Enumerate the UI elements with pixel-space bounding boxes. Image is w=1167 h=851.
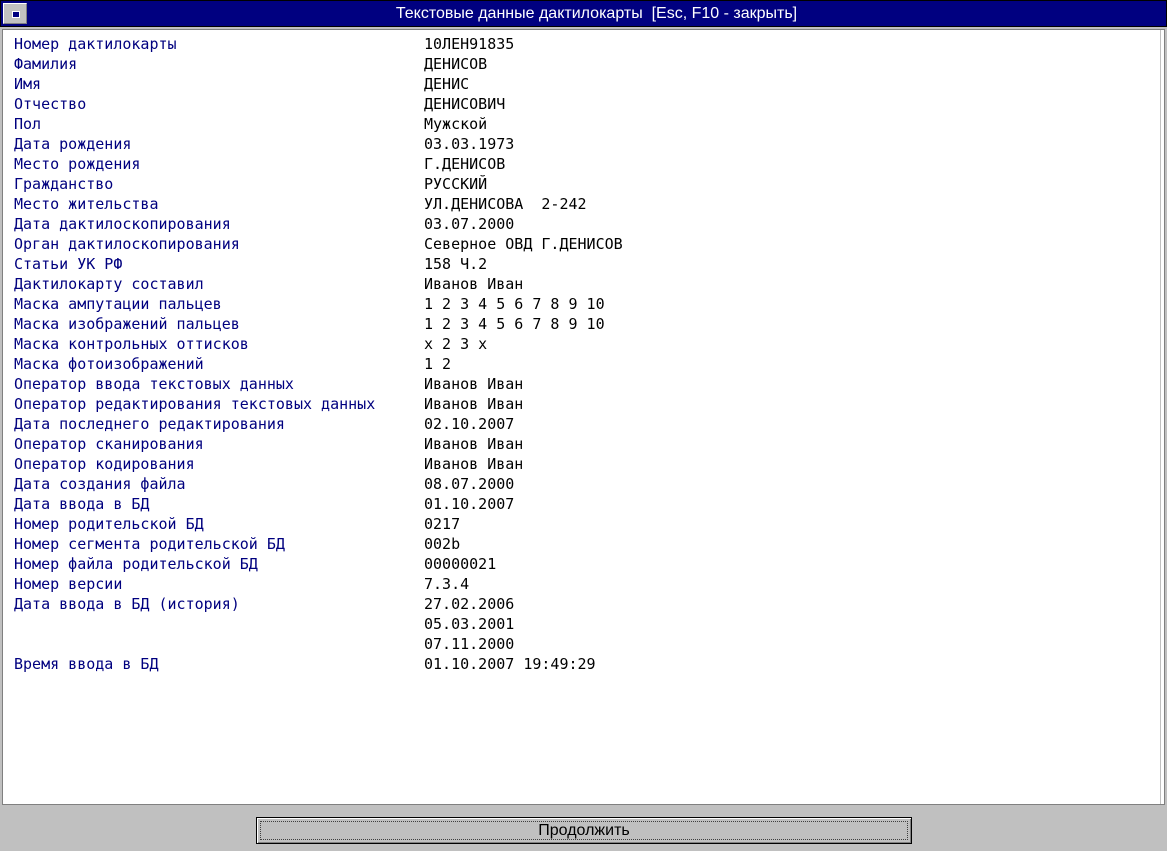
field-value: Иванов Иван [424,435,524,453]
field-label: Орган дактилоскопирования [14,235,240,253]
title-bar: Текстовые данные дактилокарты [Esc, F10 … [0,0,1167,27]
continue-button-label: Продолжить [538,822,630,839]
field-label: Статьи УК РФ [14,255,123,273]
continue-button[interactable]: Продолжить [256,817,912,844]
field-value: 08.07.2000 [424,475,515,493]
field-label: Маска изображений пальцев [14,315,240,333]
field-label: Номер файла родительской БД [14,555,258,573]
field-label: Место рождения [14,155,141,173]
field-label: Номер версии [14,575,123,593]
field-value: 02.10.2007 [424,415,515,433]
field-value: 1 2 [424,355,452,373]
field-value: 002b [424,535,461,553]
field-value: РУССКИЙ [424,175,488,193]
field-label: Оператор редактирования текстовых данных [14,395,376,413]
field-value: Г.ДЕНИСОВ [424,155,506,173]
field-value: 05.03.2001 [424,615,515,633]
field-label: Пол [14,115,42,133]
field-label: Номер сегмента родительской БД [14,535,285,553]
field-label: Имя [14,75,42,93]
field-value: 03.03.1973 [424,135,515,153]
field-label: Дата создания файла [14,475,186,493]
field-value: ДЕНИСОВ [424,55,488,73]
field-label: Дата последнего редактирования [14,415,285,433]
field-value: Иванов Иван [424,275,524,293]
field-value: 7.3.4 [424,575,470,593]
field-value: 01.10.2007 [424,495,515,513]
field-value: ДЕНИС [424,75,470,93]
field-label: Оператор сканирования [14,435,204,453]
field-value: 10ЛЕН91835 [424,35,515,53]
field-label: Номер родительской БД [14,515,204,533]
field-value: 07.11.2000 [424,635,515,653]
field-value: 01.10.2007 19:49:29 [424,655,596,673]
field-value: Иванов Иван [424,395,524,413]
field-label: Дата дактилоскопирования [14,215,231,233]
field-value: 0217 [424,515,461,533]
window-title: Текстовые данные дактилокарты [Esc, F10 … [395,5,798,22]
field-value: Северное ОВД Г.ДЕНИСОВ [424,235,623,253]
field-value: 00000021 [424,555,497,573]
field-label: Фамилия [14,55,78,73]
field-label: Номер дактилокарты [14,35,177,53]
fingerprint-card-window: Текстовые данные дактилокарты [Esc, F10 … [0,0,1167,851]
field-label: Место жительства [14,195,159,213]
field-label: Дата ввода в БД (история) [14,595,240,613]
field-label: Оператор ввода текстовых данных [14,375,294,393]
field-label: Маска ампутации пальцев [14,295,222,313]
field-label: Гражданство [14,175,114,193]
field-value: ДЕНИСОВИЧ [424,95,506,113]
field-label: Оператор кодирования [14,455,195,473]
field-label: Дактилокарту составил [14,275,204,293]
field-value: 1 2 3 4 5 6 7 8 9 10 [424,315,605,333]
field-label: Дата рождения [14,135,132,153]
field-value: УЛ.ДЕНИСОВА 2-242 [424,195,587,213]
text-data-panel: Номер дактилокарты 10ЛЕН91835 Фамилия ДЕНИС… [2,29,1165,805]
field-label: Маска фотоизображений [14,355,204,373]
field-value: 158 Ч.2 [424,255,488,273]
system-menu-button[interactable] [3,3,27,24]
field-value: 1 2 3 4 5 6 7 8 9 10 [424,295,605,313]
field-value: Иванов Иван [424,375,524,393]
field-value: Мужской [424,115,488,133]
field-value: 27.02.2006 [424,595,515,613]
field-label: Маска контрольных оттисков [14,335,249,353]
field-label: Дата ввода в БД [14,495,150,513]
field-value: x 2 3 x [424,335,488,353]
system-menu-icon [12,11,20,18]
field-label: Время ввода в БД [14,655,159,673]
field-value: 03.07.2000 [424,215,515,233]
field-value: Иванов Иван [424,455,524,473]
field-label: Отчество [14,95,87,113]
panel-right-edge [1160,30,1164,804]
footer-bar: Продолжить [0,806,1167,851]
